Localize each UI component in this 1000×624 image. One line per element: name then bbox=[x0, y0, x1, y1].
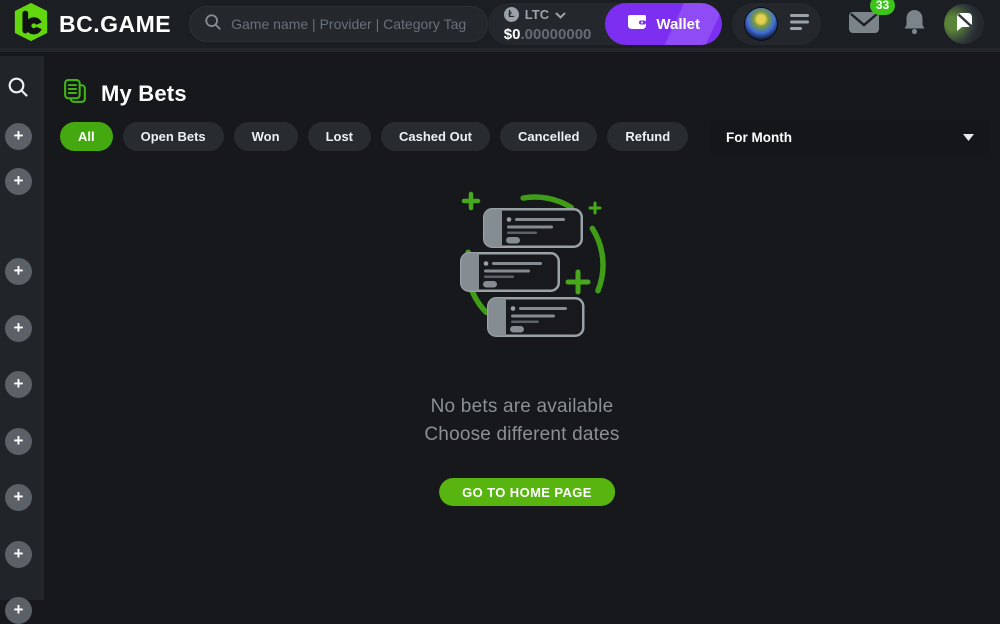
sidebar-add-button[interactable]: + bbox=[5, 541, 32, 568]
sidebar-search-button[interactable] bbox=[7, 76, 29, 103]
plus-icon: + bbox=[14, 262, 24, 279]
logo[interactable]: BC.GAME bbox=[12, 3, 171, 46]
bet-filters: All Open Bets Won Lost Cashed Out Cancel… bbox=[60, 122, 688, 151]
plus-icon: + bbox=[14, 127, 24, 144]
plus-icon: + bbox=[14, 375, 24, 392]
messages-count-badge: 33 bbox=[870, 0, 895, 15]
plus-icon: + bbox=[14, 601, 24, 618]
game-search[interactable] bbox=[189, 6, 488, 42]
plus-icon: + bbox=[14, 172, 24, 189]
empty-line-1: No bets are available bbox=[44, 393, 1000, 421]
sidebar-add-button[interactable]: + bbox=[5, 258, 32, 285]
chevron-down-icon bbox=[555, 7, 566, 23]
period-dropdown[interactable]: For Month bbox=[710, 120, 990, 154]
sidebar-add-button[interactable]: + bbox=[5, 315, 32, 342]
bell-icon bbox=[903, 22, 926, 39]
filter-cashed-out[interactable]: Cashed Out bbox=[381, 122, 490, 151]
mail-icon bbox=[849, 21, 879, 38]
go-home-button[interactable]: GO TO HOME PAGE bbox=[439, 478, 615, 506]
currency-selector[interactable]: Ł LTC $0.00000000 bbox=[504, 7, 592, 42]
period-selected-value: For Month bbox=[726, 130, 792, 145]
plus-icon: + bbox=[14, 319, 24, 336]
filter-refund[interactable]: Refund bbox=[607, 122, 688, 151]
chat-send-icon bbox=[953, 11, 975, 38]
currency-code: LTC bbox=[525, 8, 549, 21]
litecoin-icon: Ł bbox=[504, 7, 519, 22]
my-bets-page: My Bets All Open Bets Won Lost Cashed Ou… bbox=[44, 56, 1000, 600]
filter-lost[interactable]: Lost bbox=[308, 122, 371, 151]
filter-all[interactable]: All bbox=[60, 122, 113, 151]
filter-cancelled[interactable]: Cancelled bbox=[500, 122, 597, 151]
my-bets-icon bbox=[62, 78, 89, 110]
account-menu-icon[interactable] bbox=[790, 14, 809, 35]
empty-bets-illustration bbox=[385, 170, 685, 375]
wallet-button[interactable]: Wallet bbox=[605, 3, 722, 45]
sidebar-add-button[interactable]: + bbox=[5, 484, 32, 511]
filter-open-bets[interactable]: Open Bets bbox=[123, 122, 224, 151]
balance-amount: $0.00000000 bbox=[504, 27, 592, 42]
top-header: BC.GAME Ł LTC $0.00000000 bbox=[0, 0, 1000, 52]
search-icon bbox=[7, 85, 29, 102]
chevron-down-icon bbox=[963, 128, 974, 146]
sidebar-add-button[interactable]: + bbox=[5, 168, 32, 195]
notifications-button[interactable] bbox=[903, 9, 926, 40]
sidebar-add-button[interactable]: + bbox=[5, 123, 32, 150]
left-sidebar: + + + + + + + + + bbox=[0, 56, 44, 600]
messages-button[interactable]: 33 bbox=[849, 10, 879, 39]
plus-icon: + bbox=[14, 432, 24, 449]
balance-pill: Ł LTC $0.00000000 bbox=[488, 3, 722, 45]
search-input[interactable] bbox=[231, 16, 473, 32]
sidebar-add-button[interactable]: + bbox=[5, 597, 32, 624]
live-support-button[interactable] bbox=[944, 4, 984, 44]
profile-pill bbox=[732, 3, 821, 45]
search-icon bbox=[204, 13, 222, 36]
empty-state-message: No bets are available Choose different d… bbox=[44, 393, 1000, 449]
empty-line-2: Choose different dates bbox=[44, 421, 1000, 449]
wallet-icon bbox=[627, 14, 647, 34]
sidebar-add-button[interactable]: + bbox=[5, 428, 32, 455]
plus-icon: + bbox=[14, 545, 24, 562]
logo-text: BC.GAME bbox=[59, 11, 171, 38]
plus-icon: + bbox=[14, 488, 24, 505]
sidebar-add-button[interactable]: + bbox=[5, 371, 32, 398]
page-title: My Bets bbox=[101, 81, 187, 107]
bcgame-logo-icon bbox=[12, 3, 50, 46]
avatar[interactable] bbox=[744, 7, 778, 41]
filter-won[interactable]: Won bbox=[234, 122, 298, 151]
